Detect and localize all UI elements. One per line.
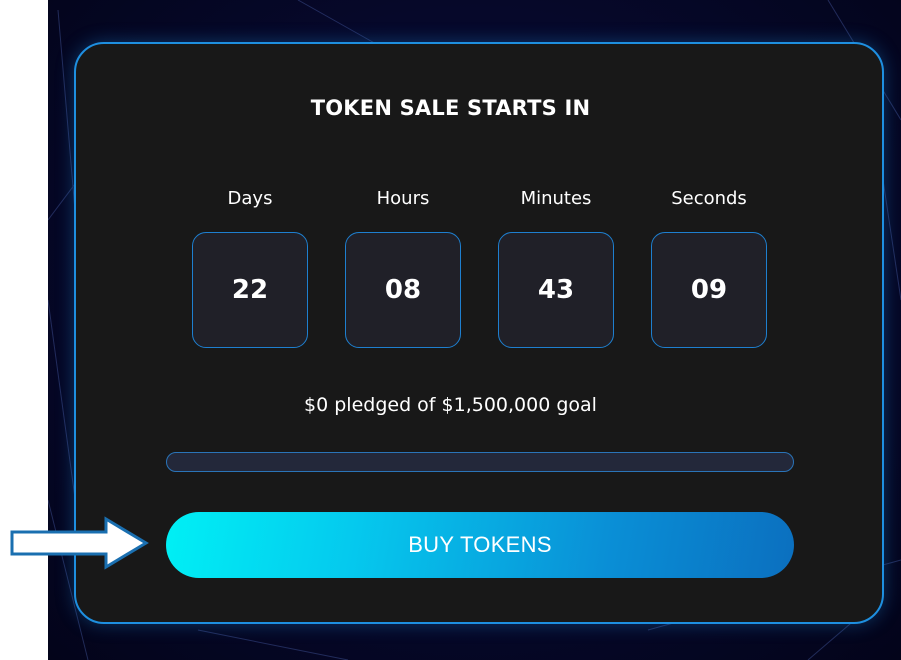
buy-tokens-button[interactable]: BUY TOKENS <box>166 512 794 578</box>
days-label: Days <box>227 188 273 209</box>
seconds-value: 09 <box>690 275 728 305</box>
buy-tokens-label: BUY TOKENS <box>408 532 552 557</box>
minutes-value-box: 43 <box>498 232 614 348</box>
pledge-progress-bar <box>166 452 794 472</box>
hours-label: Hours <box>376 188 430 209</box>
countdown-title: TOKEN SALE STARTS IN <box>310 96 591 120</box>
pledge-status-text: $0 pledged of $1,500,000 goal <box>304 394 597 416</box>
days-value: 22 <box>231 275 269 305</box>
seconds-label: Seconds <box>671 188 747 209</box>
screenshot-stage: TOKEN SALE STARTS IN Days Hours Minutes … <box>0 0 901 660</box>
minutes-label: Minutes <box>520 188 592 209</box>
hours-value-box: 08 <box>345 232 461 348</box>
seconds-value-box: 09 <box>651 232 767 348</box>
right-arrow-icon <box>10 516 149 570</box>
minutes-value: 43 <box>537 275 575 305</box>
days-value-box: 22 <box>192 232 308 348</box>
hours-value: 08 <box>384 275 422 305</box>
